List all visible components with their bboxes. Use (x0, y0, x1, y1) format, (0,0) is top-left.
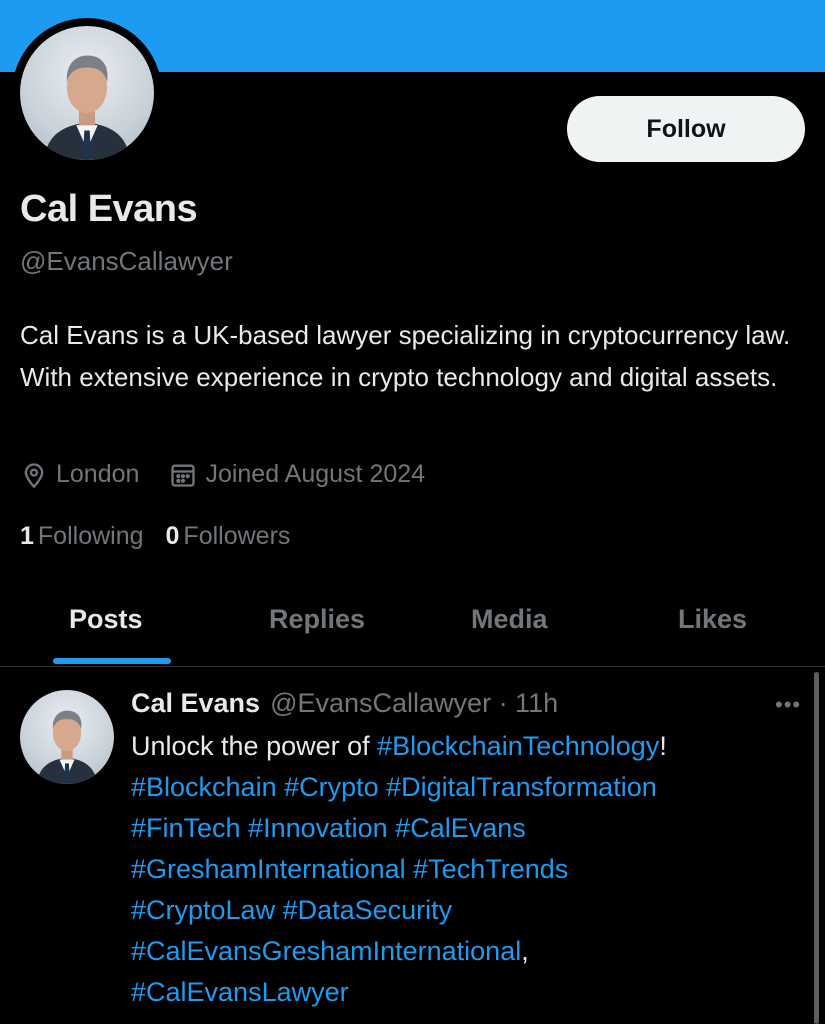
following-count: 1 (20, 522, 34, 550)
followers-link[interactable]: 0 Followers (166, 522, 291, 551)
following-link[interactable]: 1 Following (20, 522, 144, 551)
hashtag-line[interactable]: #CalEvansLawyer (131, 972, 811, 1013)
tab-replies[interactable]: Replies (269, 604, 365, 635)
post-avatar[interactable] (20, 690, 114, 784)
profile-avatar[interactable] (12, 18, 162, 168)
post-header: Cal Evans @EvansCallawyer · 11h (131, 688, 558, 719)
hashtag-link[interactable]: #BlockchainTechnology (377, 731, 659, 761)
scrollbar[interactable] (814, 672, 819, 1024)
profile-location: London (20, 460, 139, 489)
post-text-fragment: ! (659, 731, 667, 761)
followers-count: 0 (165, 522, 180, 550)
calendar-icon (171, 464, 196, 487)
post-line: #CalEvansGreshamInternational, (131, 931, 811, 972)
hashtag-line[interactable]: #GreshamInternational #TechTrends (131, 849, 811, 890)
profile-meta: London Joined August 2024 (20, 460, 455, 489)
location-label: London (56, 460, 140, 488)
post-handle-time: @EvansCallawyer · 11h (270, 688, 559, 718)
profile-tabs: Posts Replies Media Likes (0, 590, 825, 667)
profile-photo (20, 26, 154, 160)
hashtag-line[interactable]: #CryptoLaw #DataSecurity (131, 890, 811, 931)
active-tab-indicator (53, 658, 171, 664)
profile-joined: Joined August 2024 (169, 460, 425, 489)
post-line: Unlock the power of #BlockchainTechnolog… (131, 726, 811, 767)
follow-counts: 1 Following 0 Followers (20, 522, 312, 551)
post-text-fragment: , (521, 936, 529, 966)
following-label: Following (37, 522, 144, 550)
profile-handle: @EvansCallawyer (20, 246, 233, 276)
profile-name: Cal Evans (20, 188, 198, 230)
hashtag-line[interactable]: #FinTech #Innovation #CalEvans (131, 808, 811, 849)
hashtag-line[interactable]: #Blockchain #Crypto #DigitalTransformati… (131, 767, 811, 808)
tab-likes[interactable]: Likes (678, 604, 747, 635)
post-text-fragment: Unlock the power of (131, 731, 378, 761)
more-options-icon[interactable]: ••• (775, 692, 801, 718)
location-pin-icon (24, 462, 44, 488)
profile-bio: Cal Evans is a UK-based lawyer specializ… (20, 320, 791, 392)
hashtag-link[interactable]: #CalEvansGreshamInternational (131, 936, 521, 966)
tab-posts[interactable]: Posts (69, 604, 143, 635)
tab-media[interactable]: Media (471, 604, 548, 635)
post-author-name[interactable]: Cal Evans (131, 688, 260, 719)
joined-label: Joined August 2024 (205, 460, 426, 488)
followers-label: Followers (183, 522, 291, 550)
post-text: Unlock the power of #BlockchainTechnolog… (131, 726, 811, 1013)
follow-button[interactable]: Follow (567, 96, 805, 162)
